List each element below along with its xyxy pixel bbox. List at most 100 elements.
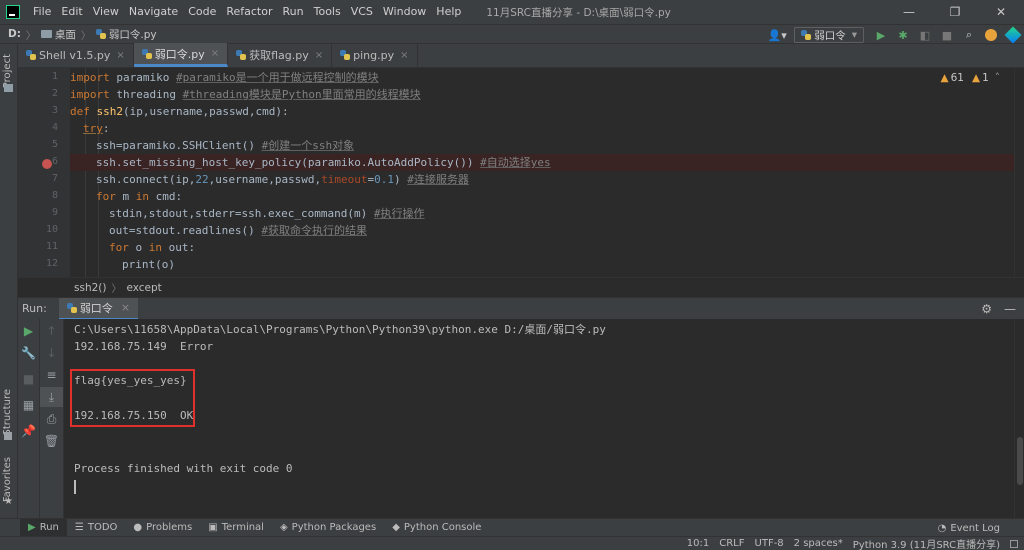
breadcrumb-block[interactable]: except bbox=[126, 282, 161, 294]
tab-label: 获取flag.py bbox=[249, 49, 309, 62]
breadcrumb-function[interactable]: ssh2() bbox=[74, 282, 106, 294]
tool-tab-label: Python Console bbox=[403, 522, 482, 533]
tab-shell[interactable]: Shell v1.5.py × bbox=[18, 43, 134, 67]
arrow-down-icon[interactable]: ↓ bbox=[40, 343, 63, 363]
tool-tab-todo[interactable]: ☰ TODO bbox=[67, 519, 126, 537]
tool-tab-label: Terminal bbox=[221, 522, 264, 533]
tab-label: 弱口令.py bbox=[154, 47, 205, 61]
tab-ping[interactable]: ping.py × bbox=[332, 43, 418, 67]
caret-position[interactable]: 10:1 bbox=[687, 538, 709, 549]
python-file-icon bbox=[66, 302, 77, 313]
python-interpreter[interactable]: Python 3.9 (11月SRC直播分享) bbox=[853, 536, 1000, 550]
update-icon[interactable] bbox=[980, 25, 1002, 45]
close-icon[interactable]: × bbox=[400, 50, 408, 61]
tab-label: Shell v1.5.py bbox=[39, 48, 111, 62]
editor-gutter[interactable]: 1 2 3 4 5 6 7 8 9 10 11 12 bbox=[18, 68, 70, 277]
scrollbar-thumb[interactable] bbox=[1017, 437, 1023, 485]
run-icon[interactable]: ▶ bbox=[870, 25, 892, 45]
rerun-icon[interactable]: ▶ bbox=[18, 321, 39, 341]
nav-folder[interactable]: 桌面 bbox=[40, 27, 76, 42]
event-log-button[interactable]: ◔ Event Log bbox=[938, 519, 1000, 537]
menu-refactor[interactable]: Refactor bbox=[221, 0, 277, 24]
indent-setting[interactable]: 2 spaces* bbox=[794, 538, 843, 549]
code-line-8: for m in cmd: bbox=[96, 190, 183, 203]
code-editor[interactable]: 1 2 3 4 5 6 7 8 9 10 11 12 import parami… bbox=[18, 68, 1014, 277]
menu-edit[interactable]: Edit bbox=[56, 0, 87, 24]
search-icon[interactable]: ⌕ bbox=[958, 25, 980, 45]
run-tab-label: 弱口令 bbox=[79, 301, 113, 315]
tool-tab-python-packages[interactable]: ◈ Python Packages bbox=[272, 519, 384, 537]
code-line-5: ssh=paramiko.SSHClient() #创建一个ssh对象 bbox=[96, 139, 355, 152]
text-caret bbox=[74, 480, 76, 494]
run-tab-weak-password[interactable]: 弱口令 × bbox=[58, 297, 139, 320]
maximize-button[interactable]: ❐ bbox=[932, 0, 978, 24]
close-icon[interactable]: × bbox=[116, 50, 124, 61]
line-separator[interactable]: CRLF bbox=[719, 538, 744, 549]
menu-tools[interactable]: Tools bbox=[309, 0, 346, 24]
debug-icon[interactable]: ✱ bbox=[892, 25, 914, 45]
gear-icon[interactable]: ⚙ bbox=[981, 302, 992, 316]
layout-icon[interactable]: ▦ bbox=[18, 395, 39, 415]
line-number: 3 bbox=[51, 105, 58, 116]
close-icon[interactable]: × bbox=[211, 48, 219, 59]
run-configuration-select[interactable]: 弱口令 ▾ bbox=[794, 27, 864, 43]
menu-vcs[interactable]: VCS bbox=[346, 0, 378, 24]
line-number: 5 bbox=[51, 139, 58, 150]
minimize-panel-icon[interactable]: — bbox=[1004, 302, 1016, 316]
structure-tool-button[interactable]: Structure bbox=[2, 389, 13, 436]
folder-icon bbox=[40, 30, 52, 38]
tab-weak-password[interactable]: 弱口令.py × bbox=[133, 43, 229, 67]
menu-run[interactable]: Run bbox=[278, 0, 309, 24]
close-icon[interactable]: × bbox=[121, 301, 130, 314]
tool-tab-label: Run bbox=[39, 522, 59, 533]
editor-scrollbar[interactable] bbox=[1014, 68, 1024, 277]
user-icon[interactable]: 👤▾ bbox=[766, 25, 788, 45]
lock-icon[interactable] bbox=[1010, 539, 1018, 548]
menu-code[interactable]: Code bbox=[183, 0, 221, 24]
event-log-label: Event Log bbox=[950, 522, 1000, 534]
tool-tab-problems[interactable]: ● Problems bbox=[125, 519, 200, 537]
terminal-icon: ▣ bbox=[208, 522, 218, 533]
tab-get-flag[interactable]: 获取flag.py × bbox=[228, 43, 333, 67]
stop-icon[interactable]: ■ bbox=[18, 369, 39, 389]
tab-label: ping.py bbox=[353, 48, 395, 62]
arrow-up-icon[interactable]: ↑ bbox=[40, 321, 63, 341]
stop-icon[interactable]: ■ bbox=[936, 25, 958, 45]
run-console[interactable]: C:\Users\11658\AppData\Local\Programs\Py… bbox=[64, 319, 1014, 518]
project-folder-icon bbox=[4, 84, 13, 92]
close-window-button[interactable]: ✕ bbox=[978, 0, 1024, 24]
soft-wrap-icon[interactable]: ≡ bbox=[40, 365, 63, 385]
menu-view[interactable]: View bbox=[88, 0, 124, 24]
code-line-11: for o in out: bbox=[109, 241, 196, 254]
nav-file-label: 弱口令.py bbox=[108, 28, 157, 41]
tool-window-bar: ▶ Run ☰ TODO ● Problems ▣ Terminal ◈ Pyt… bbox=[0, 518, 1024, 537]
minimize-button[interactable]: — bbox=[886, 0, 932, 24]
close-icon[interactable]: × bbox=[315, 50, 323, 61]
nav-folder-label: 桌面 bbox=[54, 28, 76, 41]
nav-file[interactable]: 弱口令.py bbox=[95, 27, 157, 42]
pin-icon[interactable]: 📌 bbox=[18, 421, 39, 441]
coverage-icon[interactable]: ◧ bbox=[914, 25, 936, 45]
jetbrains-icon[interactable] bbox=[1002, 25, 1024, 45]
tool-tab-run[interactable]: ▶ Run bbox=[20, 518, 67, 537]
print-icon[interactable]: ⎙ bbox=[40, 409, 63, 429]
inspections-widget[interactable]: ▲ 61 ▲ 1 ˄ bbox=[941, 72, 1000, 84]
wrench-icon[interactable]: 🔧 bbox=[18, 343, 39, 363]
breakpoint-icon[interactable] bbox=[42, 159, 52, 169]
menu-navigate[interactable]: Navigate bbox=[124, 0, 183, 24]
nav-drive[interactable]: D: bbox=[8, 28, 21, 40]
line-number: 6 bbox=[51, 156, 58, 167]
list-icon: ☰ bbox=[74, 522, 84, 533]
chevron-up-icon[interactable]: ˄ bbox=[995, 72, 1000, 84]
code-line-2: import threading #threading模块是Python里面常用… bbox=[70, 88, 421, 101]
menu-help[interactable]: Help bbox=[431, 0, 466, 24]
menu-file[interactable]: File bbox=[28, 0, 56, 24]
menu-window[interactable]: Window bbox=[378, 0, 431, 24]
trash-icon[interactable]: 🗑 bbox=[40, 431, 63, 451]
scroll-to-end-icon[interactable]: ⤓ bbox=[40, 387, 63, 407]
tool-tab-terminal[interactable]: ▣ Terminal bbox=[200, 519, 272, 537]
warning-icon: ▲ bbox=[940, 72, 949, 84]
file-encoding[interactable]: UTF-8 bbox=[755, 538, 784, 549]
tool-tab-python-console[interactable]: ◆ Python Console bbox=[384, 519, 489, 537]
console-scrollbar[interactable] bbox=[1014, 319, 1024, 518]
